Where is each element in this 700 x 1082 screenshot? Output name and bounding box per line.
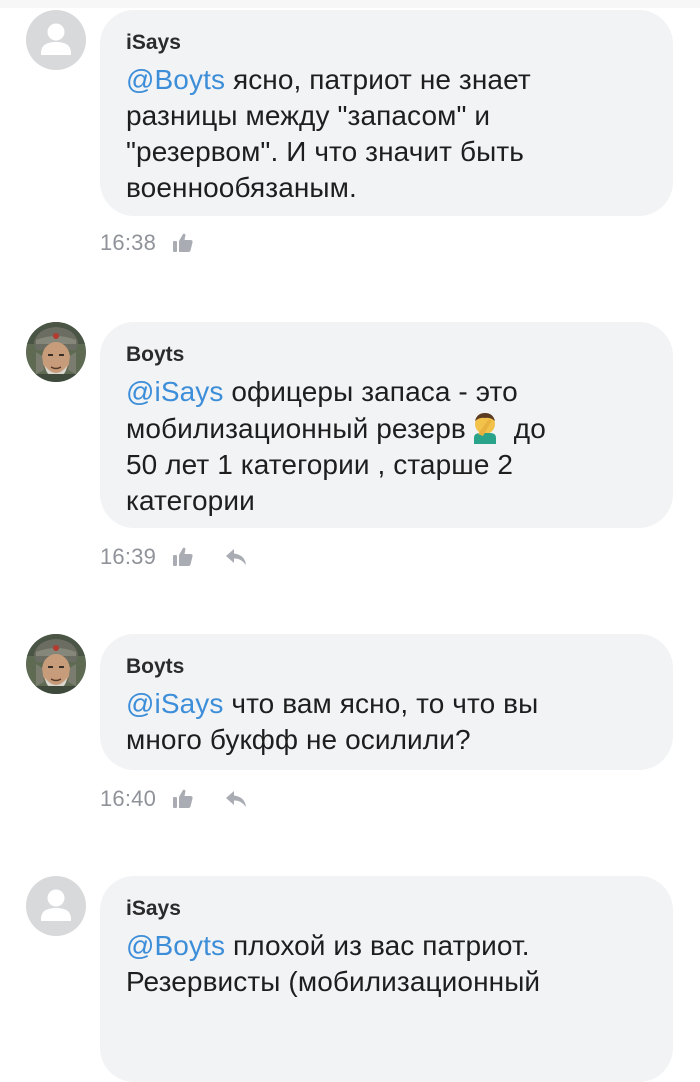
reply-icon[interactable]	[224, 546, 248, 568]
comment-meta: 16:38	[100, 228, 194, 258]
comment-text: @iSays офицеры запаса - это мобилизацион…	[126, 374, 647, 519]
comment-author[interactable]: Boyts	[126, 652, 647, 682]
comment-author[interactable]: iSays	[126, 28, 647, 58]
comment-text-line: мобилизационный резерв	[126, 413, 466, 444]
comment-author[interactable]: iSays	[126, 894, 647, 924]
mention-link[interactable]: @Boyts	[126, 64, 225, 95]
comment-meta: 16:40	[100, 784, 248, 814]
comment-bubble: Boyts @iSays офицеры запаса - это мобили…	[100, 322, 673, 528]
like-icon[interactable]	[172, 232, 194, 254]
comment-bubble: iSays @Boyts ясно, патриот не знает разн…	[100, 10, 673, 216]
comment-text-line: до	[505, 413, 546, 444]
comment-text-line: 50 лет 1 категории , старше 2	[126, 449, 514, 480]
comment-text-line: "резервом". И что значит быть	[126, 136, 524, 167]
comment-bubble: iSays @Boyts плохой из вас патриот. Резе…	[100, 876, 673, 1082]
comment-text: @Boyts плохой из вас патриот. Резервисты…	[126, 928, 647, 1000]
facepalm-emoji-icon	[468, 410, 502, 444]
avatar-default-icon[interactable]	[26, 876, 86, 936]
reply-icon[interactable]	[224, 788, 248, 810]
comment-bubble: Boyts @iSays что вам ясно, то что вы мно…	[100, 634, 673, 770]
mention-link[interactable]: @iSays	[126, 376, 224, 407]
comment-text-line: военнообязаным.	[126, 172, 357, 203]
comment-text-line: что вам ясно, то что вы	[223, 688, 539, 719]
comment-text-line: категории	[126, 485, 255, 516]
avatar-photo[interactable]	[26, 634, 86, 694]
comment-text-line: плохой из вас патриот.	[225, 930, 530, 961]
avatar-photo[interactable]	[26, 322, 86, 382]
comment-text-line: офицеры запаса - это	[223, 376, 518, 407]
like-icon[interactable]	[172, 788, 194, 810]
comment-text-line: Резервисты (мобилизационный	[126, 966, 541, 997]
comment-text-line: разницы между "запасом" и	[126, 100, 491, 131]
comment-author[interactable]: Boyts	[126, 340, 647, 370]
comment-text: @iSays что вам ясно, то что вы много бук…	[126, 686, 647, 758]
comment-text: @Boyts ясно, патриот не знает разницы ме…	[126, 62, 647, 206]
top-scroll-edge	[0, 0, 700, 8]
comment-text-line: много букфф не осилили?	[126, 724, 471, 755]
comment-time: 16:38	[100, 230, 157, 255]
mention-link[interactable]: @Boyts	[126, 930, 225, 961]
comment-meta: 16:39	[100, 542, 248, 572]
avatar-default-icon[interactable]	[26, 10, 86, 70]
like-icon[interactable]	[172, 546, 194, 568]
mention-link[interactable]: @iSays	[126, 688, 224, 719]
comment-text-line: ясно, патриот не знает	[225, 64, 531, 95]
comment-time: 16:40	[100, 786, 157, 811]
comment-time: 16:39	[100, 544, 157, 569]
